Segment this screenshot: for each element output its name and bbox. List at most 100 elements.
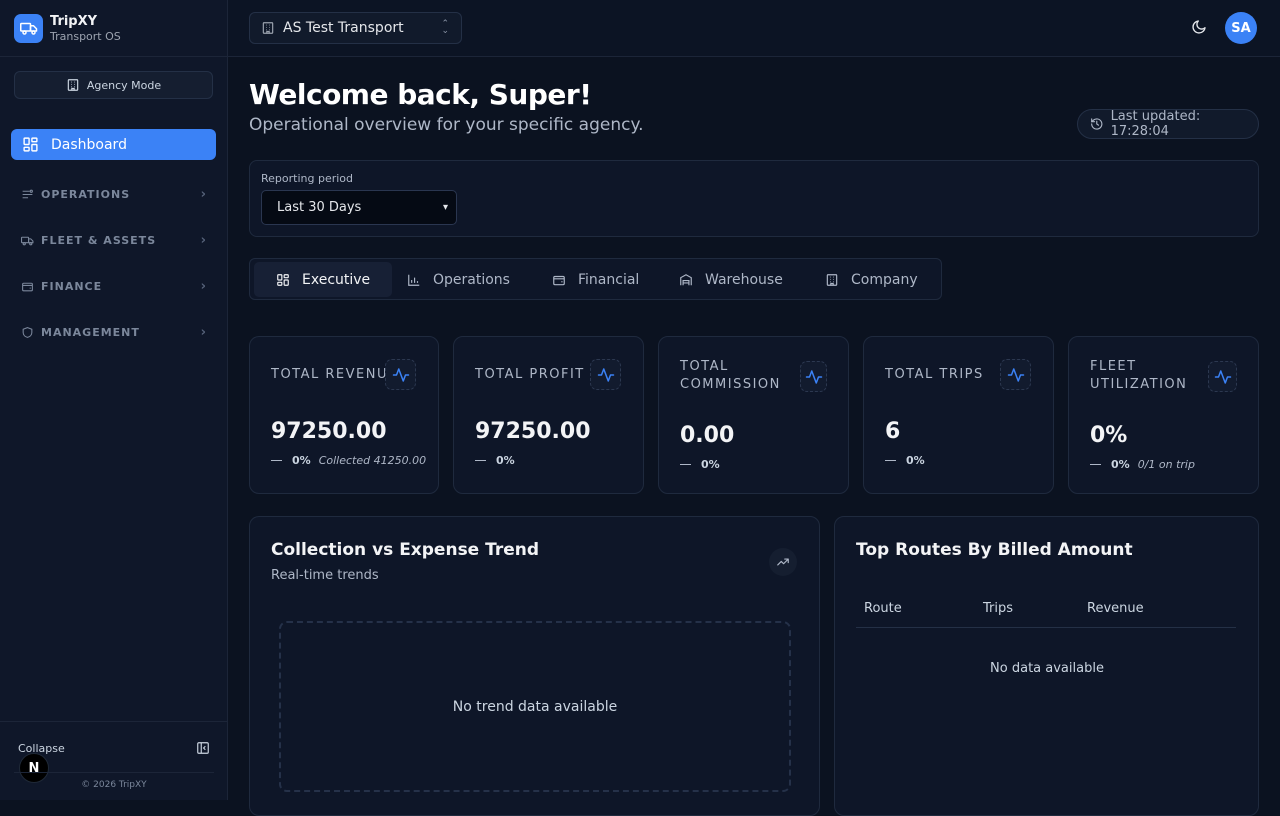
warehouse-icon bbox=[680, 273, 692, 285]
sidebar: TripXY Transport OS Agency Mode Dashboar… bbox=[0, 0, 228, 800]
chevron-right-icon: › bbox=[200, 279, 207, 294]
copyright: © 2026 TripXY bbox=[81, 780, 147, 790]
kpi-value: 0% bbox=[1090, 423, 1128, 448]
period-value: Last 30 Days bbox=[277, 200, 362, 215]
wallet-icon bbox=[553, 275, 565, 285]
kpi-delta: 0% bbox=[885, 454, 925, 467]
trend-panel: Collection vs Expense Trend Real-time tr… bbox=[249, 516, 820, 816]
sidebar-item-label: Dashboard bbox=[51, 136, 127, 153]
page-title: Welcome back, Super! bbox=[249, 78, 592, 111]
kpi-delta: 0% bbox=[475, 454, 515, 467]
minus-icon bbox=[1090, 464, 1101, 465]
kpi-note: Collected 41250.00 bbox=[318, 454, 427, 467]
column-header-trips[interactable]: Trips bbox=[983, 601, 1013, 616]
route-icon bbox=[22, 189, 33, 199]
panel-title: Top Routes By Billed Amount bbox=[856, 540, 1133, 560]
activity-icon bbox=[385, 359, 416, 390]
truck-icon bbox=[14, 13, 43, 43]
kpi-delta-value: 0% bbox=[496, 454, 515, 467]
building-icon bbox=[67, 79, 79, 91]
tab-label: Company bbox=[851, 271, 918, 288]
chevron-down-icon: ▾ bbox=[442, 202, 448, 213]
brand[interactable]: TripXY Transport OS bbox=[0, 0, 227, 57]
dashboard-icon bbox=[23, 137, 38, 152]
kpi-card-commission: TOTAL COMMISSION 0.00 0% bbox=[658, 336, 849, 494]
divider bbox=[856, 627, 1236, 628]
activity-icon bbox=[1208, 361, 1237, 392]
sidebar-footer: Collapse N © 2026 TripXY bbox=[0, 721, 228, 790]
building-icon bbox=[826, 273, 838, 286]
tab-label: Executive bbox=[302, 271, 371, 288]
sidebar-section-label: FLEET & ASSETS bbox=[41, 234, 157, 247]
activity-icon bbox=[1000, 359, 1031, 390]
sidebar-section-label: MANAGEMENT bbox=[41, 326, 140, 339]
tab-executive[interactable]: Executive bbox=[254, 262, 393, 297]
tab-company[interactable]: Company bbox=[825, 262, 918, 297]
kpi-delta: 0% bbox=[680, 458, 720, 471]
last-updated-badge: Last updated: 17:28:04 bbox=[1077, 109, 1259, 139]
panel-collapse-icon bbox=[197, 742, 209, 754]
building-icon bbox=[262, 22, 274, 34]
brand-subtitle: Transport OS bbox=[50, 29, 121, 43]
tab-label: Warehouse bbox=[705, 271, 783, 288]
kpi-value: 97250.00 bbox=[475, 419, 591, 444]
dashboard-tabs: Executive Operations Financial Warehouse… bbox=[249, 258, 942, 300]
agency-mode-label: Agency Mode bbox=[86, 78, 162, 92]
moon-icon[interactable] bbox=[1191, 19, 1207, 35]
sidebar-section-finance[interactable]: FINANCE › bbox=[21, 279, 207, 294]
page-subtitle: Operational overview for your specific a… bbox=[249, 115, 644, 135]
next-logo[interactable]: N bbox=[19, 753, 49, 783]
minus-icon bbox=[885, 460, 896, 461]
kpi-card-utilization: FLEET UTILIZATION 0% 0% 0/1 on trip bbox=[1068, 336, 1259, 494]
topbar: AS Test Transport ⌃ ⌄ SA bbox=[228, 0, 1280, 57]
sidebar-section-fleet[interactable]: FLEET & ASSETS › bbox=[21, 233, 207, 248]
kpi-delta: 0% Collected 41250.00 bbox=[271, 454, 426, 467]
panel-subtitle: Real-time trends bbox=[271, 568, 379, 583]
truck-icon bbox=[21, 236, 34, 246]
chevron-updown-icon: ⌃ ⌄ bbox=[441, 19, 449, 36]
minus-icon bbox=[475, 460, 486, 461]
agency-name: AS Test Transport bbox=[283, 20, 404, 36]
tab-financial[interactable]: Financial bbox=[552, 262, 639, 297]
kpi-value: 0.00 bbox=[680, 423, 735, 448]
tab-label: Operations bbox=[433, 271, 510, 288]
bar-chart-icon bbox=[408, 274, 420, 286]
chevron-right-icon: › bbox=[200, 325, 207, 340]
agency-mode-button[interactable]: Agency Mode bbox=[14, 71, 213, 99]
panel-title: Collection vs Expense Trend bbox=[271, 540, 540, 560]
sidebar-section-operations[interactable]: OPERATIONS › bbox=[21, 187, 207, 202]
last-updated-text: Last updated: 17:28:04 bbox=[1110, 109, 1201, 139]
kpi-title: TOTAL PROFIT bbox=[475, 367, 585, 382]
kpi-title: TOTAL COMMISSION bbox=[680, 359, 781, 392]
kpi-card-revenue: TOTAL REVENUE 97250.00 0% Collected 4125… bbox=[249, 336, 439, 494]
kpi-note: 0/1 on trip bbox=[1137, 458, 1195, 471]
kpi-title: TOTAL REVENUE bbox=[271, 367, 398, 382]
tab-operations[interactable]: Operations bbox=[407, 262, 510, 297]
reporting-period-card: Reporting period Last 30 Days ▾ bbox=[249, 160, 1259, 237]
chevron-right-icon: › bbox=[200, 187, 207, 202]
activity-icon bbox=[590, 359, 621, 390]
column-header-revenue[interactable]: Revenue bbox=[1087, 601, 1144, 616]
sidebar-section-label: OPERATIONS bbox=[41, 188, 131, 201]
kpi-title: FLEET UTILIZATION bbox=[1090, 359, 1188, 392]
minus-icon bbox=[680, 464, 691, 465]
user-avatar[interactable]: SA bbox=[1225, 12, 1257, 44]
sidebar-item-dashboard[interactable]: Dashboard bbox=[11, 129, 216, 160]
kpi-delta-value: 0% bbox=[906, 454, 925, 467]
history-icon bbox=[1091, 118, 1103, 130]
period-select[interactable]: Last 30 Days ▾ bbox=[261, 190, 457, 225]
brand-name: TripXY bbox=[50, 13, 98, 29]
collapse-button[interactable]: Collapse bbox=[18, 741, 210, 755]
sidebar-section-management[interactable]: MANAGEMENT › bbox=[21, 325, 207, 340]
kpi-delta-value: 0% bbox=[701, 458, 720, 471]
tab-warehouse[interactable]: Warehouse bbox=[679, 262, 783, 297]
collapse-label: Collapse bbox=[18, 741, 65, 755]
column-header-route[interactable]: Route bbox=[864, 601, 902, 616]
tab-label: Financial bbox=[578, 271, 640, 288]
dashboard-icon bbox=[277, 273, 289, 286]
empty-state: No data available bbox=[990, 661, 1104, 676]
kpi-delta: 0% 0/1 on trip bbox=[1090, 458, 1195, 471]
agency-selector[interactable]: AS Test Transport ⌃ ⌄ bbox=[249, 12, 462, 44]
wallet-icon bbox=[22, 282, 33, 292]
sidebar-section-label: FINANCE bbox=[41, 280, 103, 293]
